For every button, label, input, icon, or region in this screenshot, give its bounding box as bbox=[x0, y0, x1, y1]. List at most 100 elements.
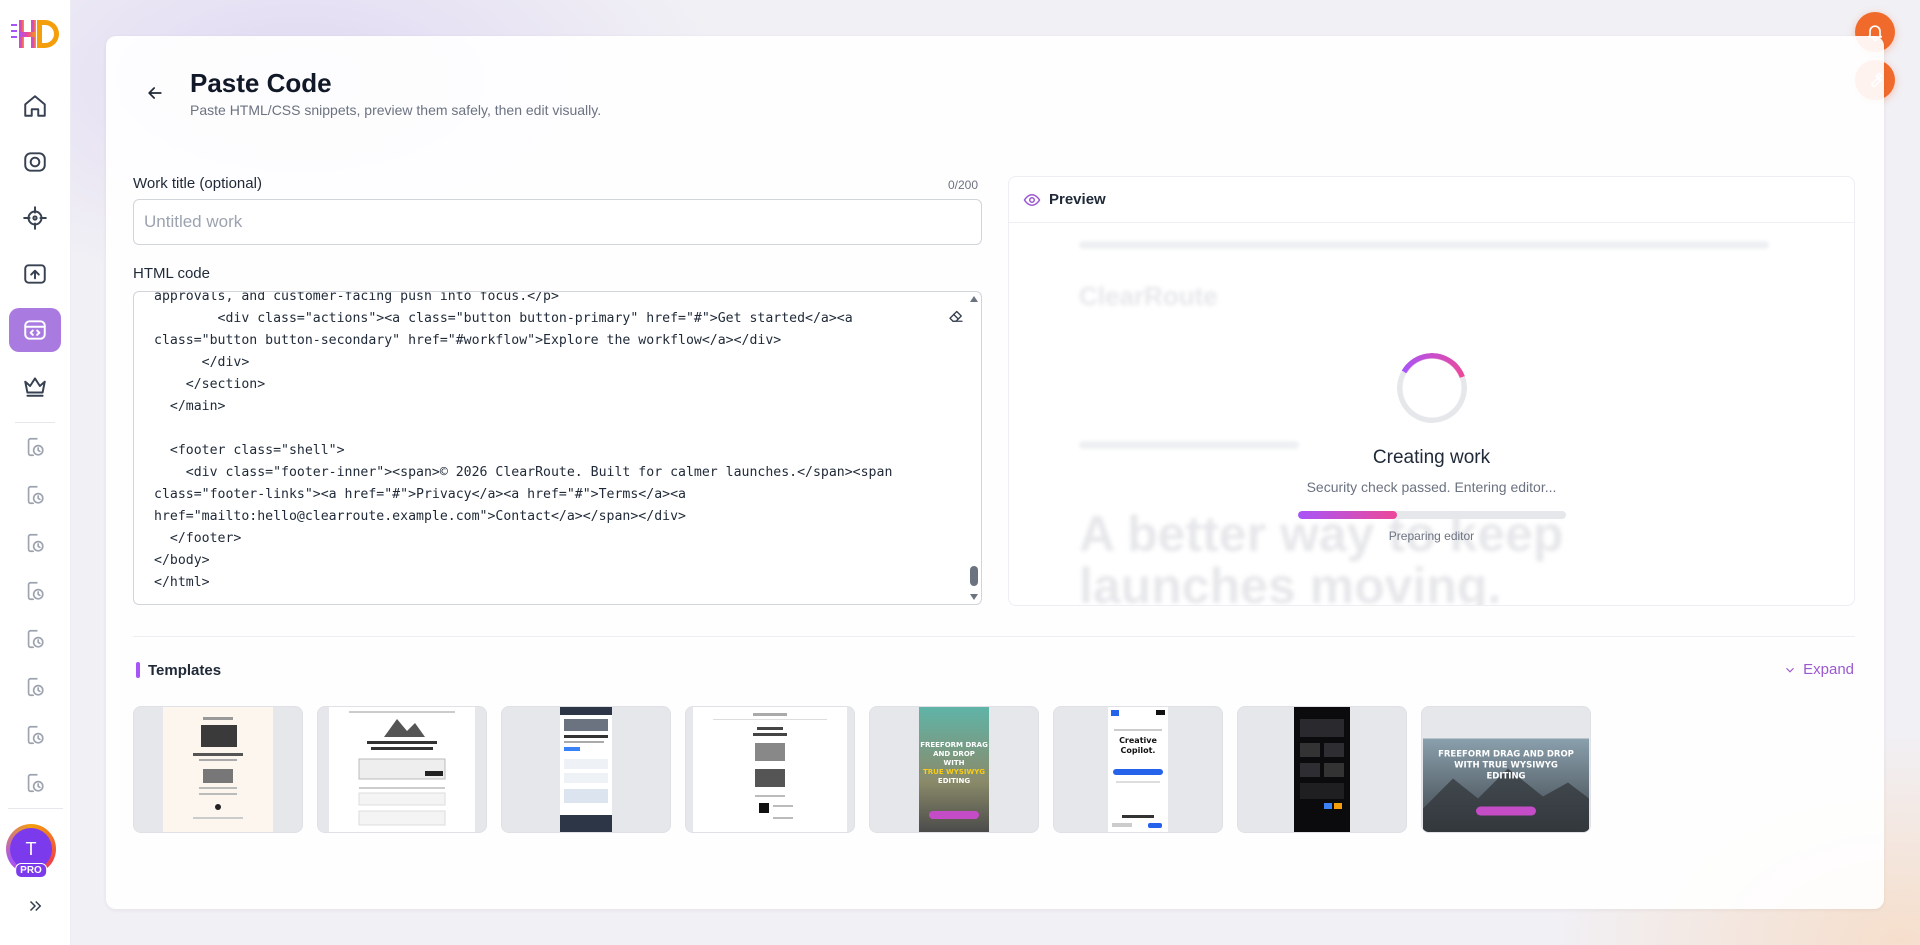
preview-body: ClearRoute A better way to keep launches… bbox=[1009, 223, 1854, 605]
html-code-label: HTML code bbox=[133, 265, 210, 282]
history-item[interactable] bbox=[9, 769, 61, 797]
document-clock-icon bbox=[27, 773, 44, 793]
creating-work-title: Creating work bbox=[1372, 447, 1491, 468]
svg-text:Creative: Creative bbox=[1119, 736, 1157, 745]
scroll-thumb[interactable] bbox=[970, 566, 978, 586]
preview-header: Preview bbox=[1009, 177, 1854, 223]
templates-accent-bar bbox=[136, 662, 140, 678]
sidebar-bottom-divider bbox=[8, 808, 63, 809]
template-thumbnail bbox=[560, 707, 612, 832]
history-item[interactable] bbox=[9, 625, 61, 653]
preview-title: Preview bbox=[1049, 191, 1106, 208]
template-card[interactable] bbox=[317, 706, 487, 833]
home-icon bbox=[24, 95, 46, 117]
main-nav bbox=[9, 84, 61, 408]
svg-text:TRUE WYSIWYG: TRUE WYSIWYG bbox=[923, 768, 985, 776]
scroll-up-arrow[interactable] bbox=[970, 296, 978, 302]
svg-text:AND DROP: AND DROP bbox=[933, 750, 975, 758]
svg-text:WITH TRUE WYSIWYG: WITH TRUE WYSIWYG bbox=[1454, 761, 1558, 771]
expand-templates-button[interactable]: Expand bbox=[1783, 661, 1854, 678]
nav-camera[interactable] bbox=[9, 140, 61, 184]
page-subtitle: Paste HTML/CSS snippets, preview them sa… bbox=[190, 102, 602, 118]
document-clock-icon bbox=[27, 581, 44, 601]
arrow-left-icon bbox=[148, 87, 162, 99]
template-card[interactable] bbox=[685, 706, 855, 833]
target-icon bbox=[23, 206, 47, 230]
history-list bbox=[9, 433, 61, 797]
svg-text:EDITING: EDITING bbox=[938, 777, 970, 785]
html-code-text[interactable]: approvals, and customer-facing push into… bbox=[154, 292, 954, 594]
history-item[interactable] bbox=[9, 577, 61, 605]
expand-label: Expand bbox=[1803, 661, 1854, 678]
security-status: Security check passed. Entering editor..… bbox=[1306, 479, 1557, 495]
svg-text:FREEFORM DRAG: FREEFORM DRAG bbox=[920, 741, 988, 749]
preview-panel: Preview ClearRoute A better way to keep … bbox=[1008, 176, 1855, 606]
eraser-icon bbox=[949, 310, 963, 322]
nav-premium[interactable] bbox=[9, 364, 61, 408]
nav-target[interactable] bbox=[9, 196, 61, 240]
code-icon bbox=[24, 320, 46, 340]
history-item[interactable] bbox=[9, 721, 61, 749]
loading-overlay: Creating work Security check passed. Ent… bbox=[1009, 340, 1854, 543]
history-item[interactable] bbox=[9, 673, 61, 701]
title-char-counter: 0/200 bbox=[948, 178, 979, 192]
upload-icon bbox=[24, 264, 46, 284]
template-thumbnail bbox=[1294, 707, 1350, 832]
loading-spinner bbox=[1383, 340, 1480, 436]
chevron-down-icon bbox=[1786, 667, 1795, 673]
back-button[interactable] bbox=[140, 78, 170, 108]
template-thumbnail bbox=[163, 707, 273, 832]
scroll-down-arrow[interactable] bbox=[970, 594, 978, 600]
svg-text:WITH: WITH bbox=[944, 759, 965, 767]
template-thumbnail bbox=[693, 707, 847, 832]
document-clock-icon bbox=[27, 485, 44, 505]
html-code-editor[interactable]: approvals, and customer-facing push into… bbox=[133, 291, 982, 605]
expand-sidebar-button[interactable] bbox=[22, 893, 48, 919]
template-card[interactable]: FREEFORM DRAG AND DROP WITH TRUE WYSIWYG… bbox=[1421, 706, 1591, 833]
template-thumbnail: FREEFORM DRAG AND DROP WITH TRUE WYSIWYG… bbox=[1423, 738, 1589, 832]
template-card[interactable] bbox=[1237, 706, 1407, 833]
document-clock-icon bbox=[27, 533, 44, 553]
progress-bar bbox=[1297, 511, 1566, 519]
progress-label: Preparing editor bbox=[1388, 529, 1475, 543]
chevrons-right-icon bbox=[29, 900, 42, 912]
history-item[interactable] bbox=[9, 481, 61, 509]
clear-code-button[interactable] bbox=[947, 307, 967, 327]
nav-home[interactable] bbox=[9, 84, 61, 128]
avatar[interactable]: T PRO bbox=[6, 824, 56, 878]
work-title-input[interactable] bbox=[133, 199, 982, 245]
camera-icon bbox=[24, 152, 46, 172]
template-thumbnail bbox=[329, 707, 475, 832]
template-card[interactable] bbox=[133, 706, 303, 833]
sidebar: T PRO bbox=[0, 0, 71, 945]
code-scrollbar[interactable] bbox=[967, 292, 981, 604]
document-clock-icon bbox=[27, 629, 44, 649]
app-logo[interactable] bbox=[9, 14, 61, 54]
ghost-nav-line bbox=[1079, 241, 1769, 249]
templates-row: FREEFORM DRAG AND DROP WITH TRUE WYSIWYG… bbox=[133, 706, 1591, 833]
page-title: Paste Code bbox=[190, 68, 332, 98]
pro-badge: PRO bbox=[15, 863, 47, 878]
template-thumbnail: FREEFORM DRAG AND DROP WITH TRUE WYSIWYG… bbox=[919, 707, 989, 832]
document-clock-icon bbox=[27, 677, 44, 697]
nav-upload[interactable] bbox=[9, 252, 61, 296]
template-card[interactable] bbox=[501, 706, 671, 833]
template-card[interactable]: FREEFORM DRAG AND DROP WITH TRUE WYSIWYG… bbox=[869, 706, 1039, 833]
section-divider bbox=[133, 636, 1855, 637]
main-card: Paste Code Paste HTML/CSS snippets, prev… bbox=[106, 36, 1884, 909]
template-thumbnail: Creative Copilot. bbox=[1108, 707, 1168, 832]
svg-text:EDITING: EDITING bbox=[1486, 772, 1525, 782]
history-item[interactable] bbox=[9, 529, 61, 557]
eye-icon bbox=[1023, 193, 1041, 206]
nav-paste-code[interactable] bbox=[9, 308, 61, 352]
templates-title: Templates bbox=[148, 662, 222, 679]
nav-divider bbox=[15, 422, 55, 423]
ghost-brand: ClearRoute bbox=[1079, 281, 1218, 311]
crown-icon bbox=[24, 377, 46, 397]
svg-text:FREEFORM DRAG AND DROP: FREEFORM DRAG AND DROP bbox=[1438, 750, 1574, 760]
svg-text:Copilot.: Copilot. bbox=[1121, 746, 1156, 755]
history-item[interactable] bbox=[9, 433, 61, 461]
progress-fill bbox=[1297, 511, 1397, 519]
document-clock-icon bbox=[27, 437, 44, 457]
template-card[interactable]: Creative Copilot. bbox=[1053, 706, 1223, 833]
